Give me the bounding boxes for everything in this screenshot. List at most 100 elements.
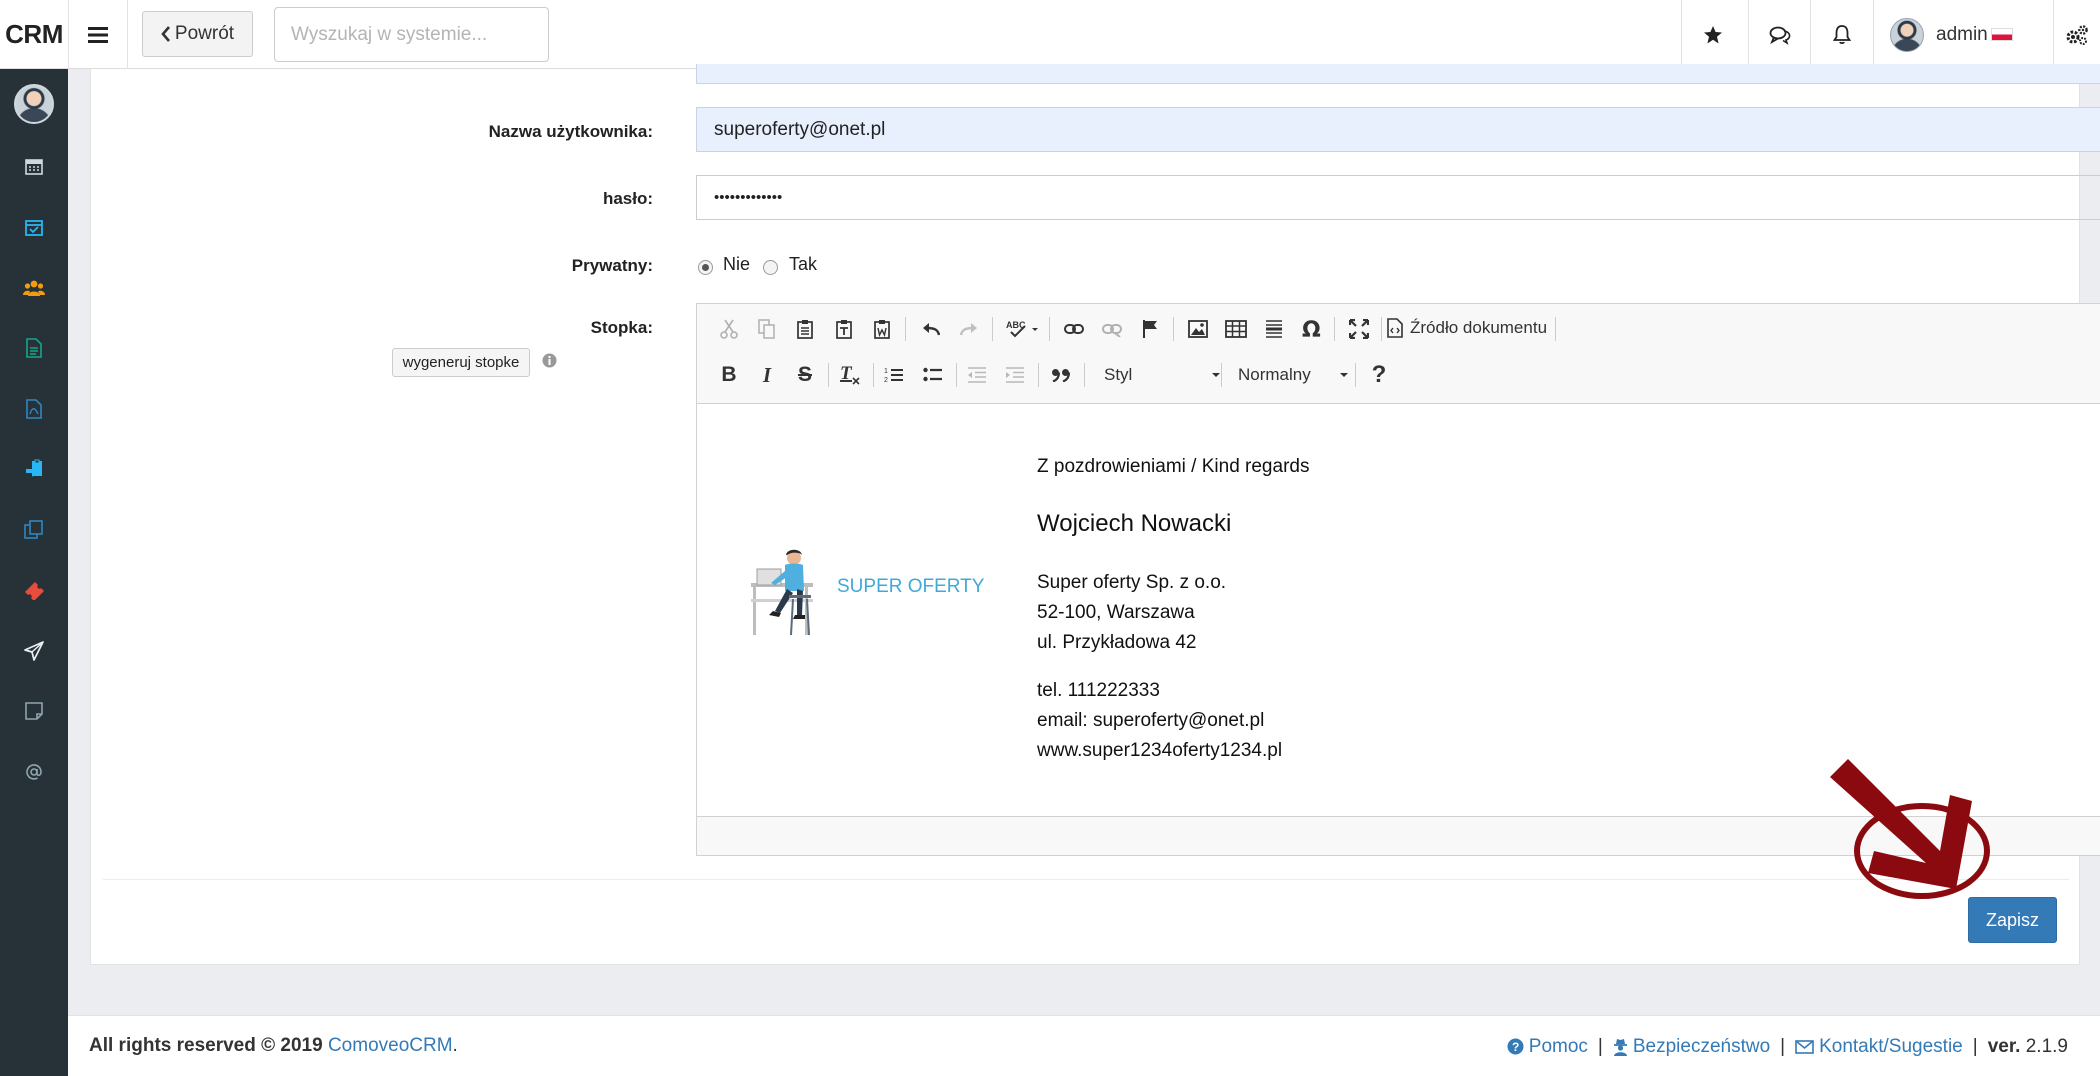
password-field[interactable]: ••••••••••••• [696,175,2100,220]
outdent-button[interactable] [963,361,991,389]
toolbar-separator [905,317,906,341]
search-input[interactable] [274,7,549,62]
source-code-icon [1387,318,1403,338]
image-button[interactable] [1184,315,1212,343]
scissors-icon [720,319,738,339]
menu-toggle-button[interactable] [68,0,128,69]
chat-button[interactable] [1748,0,1810,69]
paste-text-icon [836,320,852,339]
undo-icon [923,323,941,336]
sidebar-item-calendar[interactable] [19,151,49,181]
save-button[interactable]: Zapisz [1968,897,2057,943]
strikethrough-button[interactable]: S [791,361,819,389]
special-char-button[interactable]: Ω [1298,315,1326,343]
back-button-label: Powrót [174,23,235,44]
sidebar-item-copies[interactable] [19,515,49,545]
clear-format-icon: T [840,364,860,385]
maximize-button[interactable] [1345,315,1373,343]
back-button[interactable]: Powrót [142,11,253,57]
sticky-note-icon [25,702,43,720]
app-logo[interactable]: CRM [0,0,68,69]
sidebar-item-pdf[interactable] [19,394,49,424]
signature-postal: 52-100, Warszawa [1037,602,1195,623]
form-divider [103,879,2069,880]
sidebar-avatar[interactable] [14,84,54,124]
signature-name: Wojciech Nowacki [1037,510,1232,537]
unlink-button[interactable] [1098,315,1126,343]
paste-word-button[interactable] [868,315,896,343]
toolbar-separator [873,363,874,387]
private-label: Prywatny: [571,256,653,275]
sidebar-item-tasks[interactable] [19,212,49,242]
remove-format-button[interactable]: T [836,361,864,389]
chat-icon [1769,26,1790,45]
security-link[interactable]: Bezpieczeństwo [1613,1036,1770,1058]
pdf-file-icon [26,399,42,419]
expand-icon [1349,319,1369,339]
blockquote-button[interactable] [1047,361,1075,389]
private-yes-radio[interactable] [763,260,778,275]
style-combo[interactable]: Styl [1104,361,1221,389]
notifications-button[interactable] [1810,0,1872,69]
company-logo-illustration [751,549,813,636]
link-icon [1064,324,1084,334]
private-no-radio[interactable] [698,260,713,275]
indent-button[interactable] [1001,361,1029,389]
link-button[interactable] [1060,315,1088,343]
username-field[interactable]: superoferty@onet.pl [696,107,2100,152]
star-icon [1703,25,1722,43]
sidebar-item-notes[interactable] [19,696,49,726]
sidebar-item-tickets[interactable] [19,575,49,605]
redo-icon [959,323,977,336]
username-value: superoferty@onet.pl [714,118,886,140]
source-button[interactable]: Źródło dokumentu [1387,318,1547,338]
bulleted-list-button[interactable] [919,361,947,389]
redo-button[interactable] [955,315,983,343]
sidebar-item-clipboard[interactable] [19,454,49,484]
envelope-icon [1795,1039,1814,1054]
editor-toolbar: ABC Ω Źródło dokumentu B I S T 1 2 Styl … [697,304,2100,404]
calendar-icon [25,159,43,175]
toolbar-separator [1381,317,1382,341]
sidebar-item-documents[interactable] [19,333,49,363]
sidebar-item-send[interactable] [19,636,49,666]
paste-button[interactable] [791,315,819,343]
copy-button[interactable] [753,315,781,343]
user-secret-icon [1613,1038,1627,1056]
company-link[interactable]: ComoveoCRM [328,1035,453,1057]
favorites-button[interactable] [1681,0,1743,69]
help-button[interactable]: ? [1365,361,1393,389]
sidebar-item-contacts[interactable] [19,273,49,303]
toolbar-separator [1084,363,1085,387]
undo-button[interactable] [917,315,945,343]
contact-link[interactable]: Kontakt/Sugestie [1795,1036,1963,1058]
format-combo[interactable]: Normalny [1238,361,1349,389]
generate-footer-button[interactable]: wygeneruj stopke [392,348,530,377]
footer-label: Stopka: [590,318,653,337]
user-menu[interactable]: admin [1873,0,2053,69]
paste-text-button[interactable] [830,315,858,343]
italic-button[interactable]: I [753,361,781,389]
help-link[interactable]: ? Pomoc [1507,1036,1588,1058]
bold-button[interactable]: B [715,361,743,389]
cut-button[interactable] [715,315,743,343]
version-label: ver. [1987,1035,2021,1057]
sidebar-item-email[interactable] [19,757,49,787]
table-button[interactable] [1222,315,1250,343]
info-icon[interactable] [542,353,557,368]
anchor-button[interactable] [1136,315,1164,343]
signature-street: ul. Przykładowa 42 [1037,632,1197,653]
sidebar [0,69,68,1076]
horizontal-line-button[interactable] [1260,315,1288,343]
user-name: admin [1936,23,1988,45]
numbered-list-button[interactable]: 12 [880,361,908,389]
spellcheck-button[interactable]: ABC [1003,315,1043,343]
copy-icon [24,520,43,539]
numbered-list-icon: 12 [884,368,903,384]
chevron-left-icon [161,26,170,42]
italic-icon: I [762,362,772,387]
avatar [1890,17,1924,52]
server-field[interactable] [696,64,2100,84]
settings-button[interactable] [2053,0,2100,69]
footer-separator: | [1780,1035,1786,1057]
